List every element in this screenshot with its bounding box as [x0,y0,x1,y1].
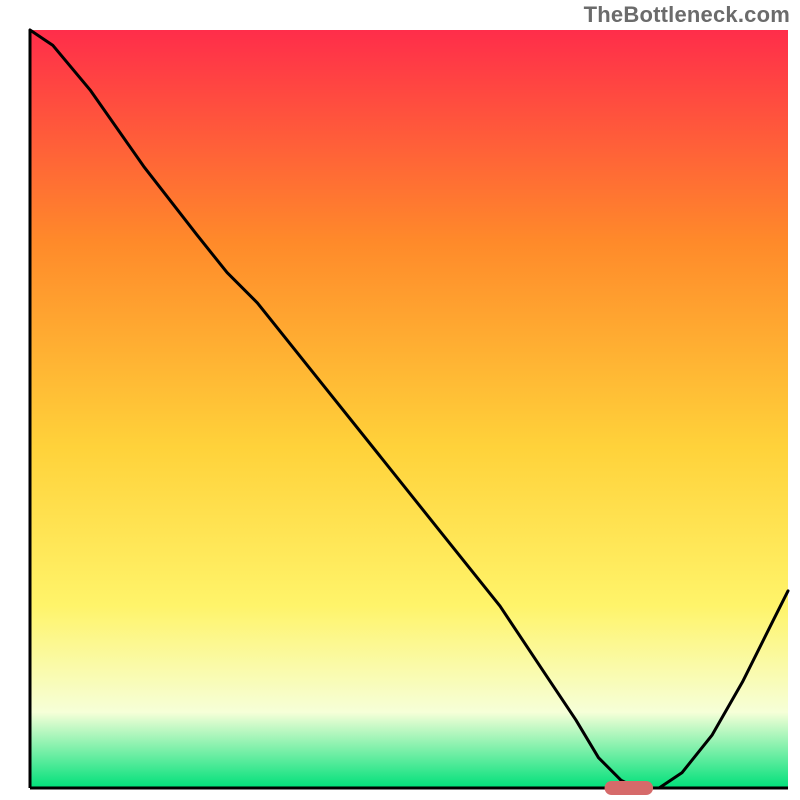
chart-stage: TheBottleneck.com [0,0,800,800]
gradient-background [30,30,788,788]
bottleneck-plot [0,0,800,800]
optimum-marker [605,781,654,795]
